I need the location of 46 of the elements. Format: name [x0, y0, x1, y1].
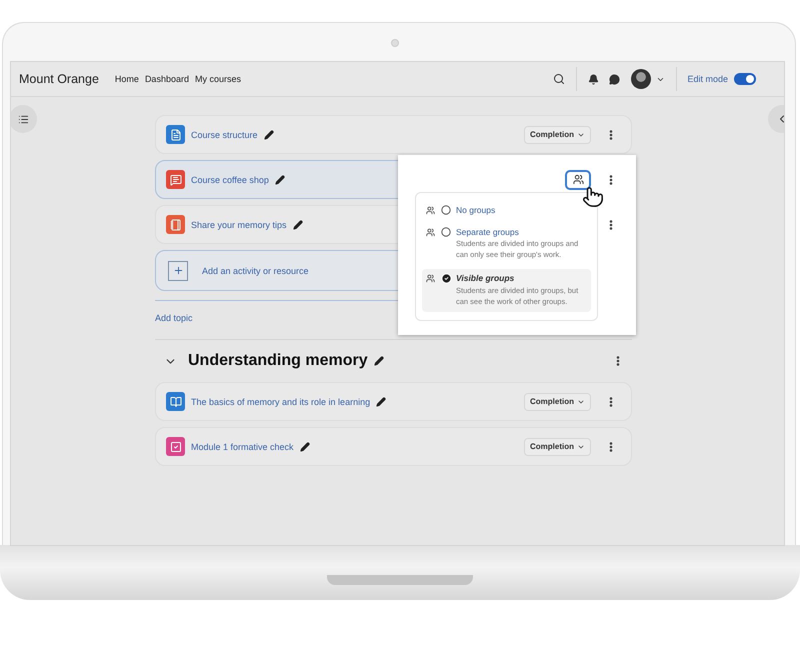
- edit-icon[interactable]: [274, 174, 285, 184]
- assignment-icon: [166, 215, 185, 234]
- camera-icon: [391, 39, 399, 47]
- edit-icon[interactable]: [376, 396, 386, 406]
- nav-link[interactable]: Dashboard: [144, 74, 189, 84]
- option-label: No groups: [456, 205, 496, 215]
- section-title: Understanding memory: [188, 352, 368, 370]
- radio-button[interactable]: [441, 227, 451, 237]
- group-icon: [426, 206, 435, 214]
- avatar[interactable]: [631, 69, 652, 89]
- activity-link[interactable]: Course structure: [191, 130, 258, 140]
- quiz-icon: [166, 437, 185, 456]
- activity-link[interactable]: Share your memory tips: [191, 220, 287, 230]
- edit-icon[interactable]: [264, 130, 274, 140]
- completion-dropdown[interactable]: Completion: [524, 438, 591, 456]
- edit-icon[interactable]: [300, 442, 310, 452]
- group-icon: [426, 274, 435, 283]
- completion-dropdown[interactable]: Completion: [524, 392, 591, 410]
- drawer-toggle[interactable]: [11, 105, 37, 133]
- activity-link[interactable]: The basics of memory and its role in learning: [191, 396, 370, 406]
- edit-mode-switch[interactable]: [734, 73, 756, 85]
- plus-icon: [168, 260, 188, 280]
- nav-link[interactable]: My courses: [194, 74, 241, 84]
- add-topic-link[interactable]: Add topic: [155, 313, 193, 323]
- edit-icon[interactable]: [374, 356, 384, 366]
- completion-dropdown[interactable]: Completion: [524, 126, 591, 144]
- forum-icon: [166, 170, 185, 189]
- activity-link[interactable]: Course coffee shop: [191, 174, 269, 184]
- nav-link[interactable]: Home: [114, 74, 139, 84]
- book-icon: [166, 392, 185, 411]
- edit-icon[interactable]: [292, 220, 303, 230]
- groups-button[interactable]: [565, 170, 591, 190]
- option-label: Separate groups: [456, 227, 520, 237]
- edit-mode-label: Edit mode: [687, 74, 728, 84]
- site-name: Mount Orange: [19, 72, 99, 86]
- group-icon: [426, 228, 435, 236]
- radio-checked[interactable]: [441, 272, 452, 284]
- bell-icon[interactable]: [588, 74, 600, 84]
- page-icon: [166, 125, 185, 144]
- option-label: Visible groups: [456, 273, 516, 284]
- activity-link[interactable]: Module 1 formative check: [191, 442, 294, 452]
- search-icon[interactable]: [553, 73, 566, 85]
- group-icon: [572, 174, 584, 185]
- chat-icon[interactable]: [609, 74, 620, 84]
- menu-option[interactable]: No groups: [422, 201, 591, 219]
- radio-button[interactable]: [441, 205, 451, 215]
